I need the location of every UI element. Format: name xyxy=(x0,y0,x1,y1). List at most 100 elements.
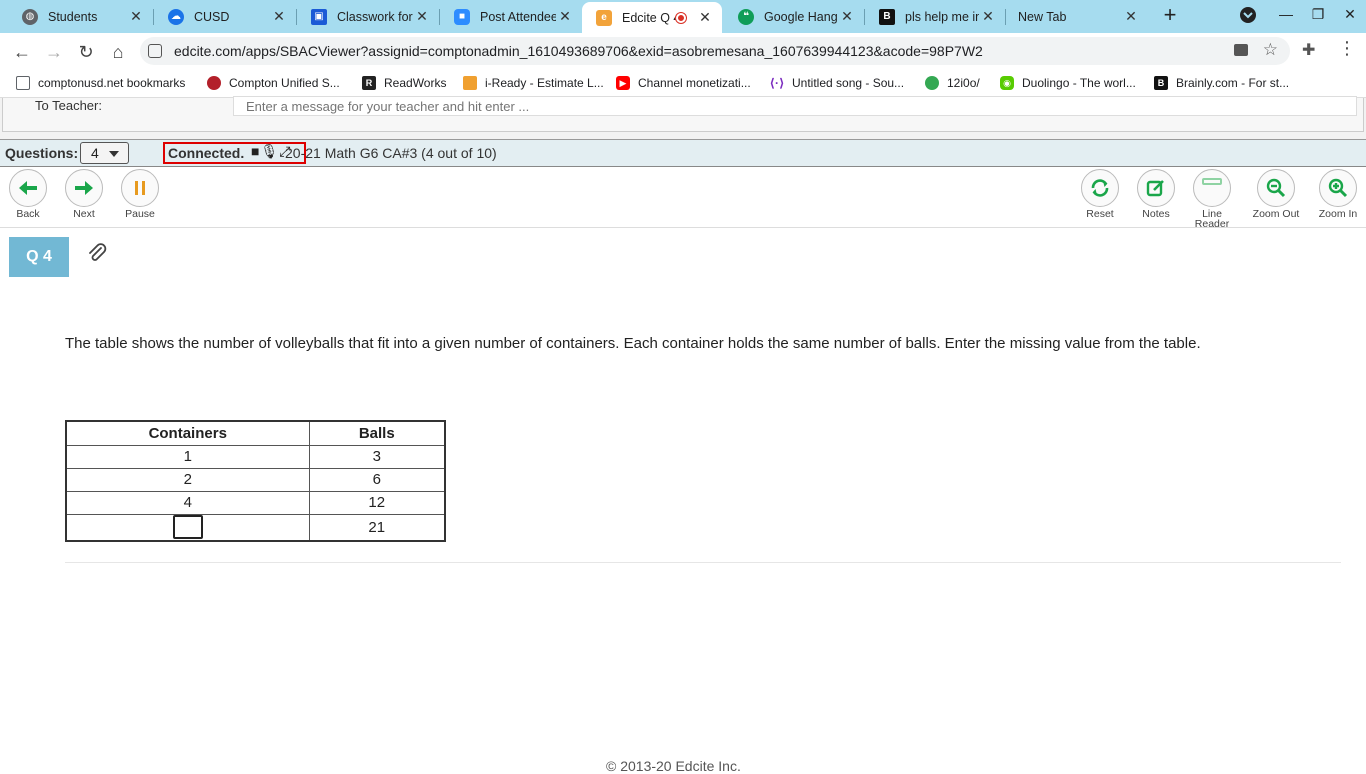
bookmark-item[interactable]: Compton Unified S... xyxy=(207,76,340,90)
table-cell: 6 xyxy=(308,467,446,492)
zoom-in-label: Zoom In xyxy=(1318,208,1358,220)
tab-cusd[interactable]: ☁ CUSD ✕ xyxy=(154,0,296,33)
back-button[interactable]: Back xyxy=(0,169,58,219)
teacher-label: To Teacher: xyxy=(35,98,102,113)
tab-title: CUSD xyxy=(194,9,230,24)
next-button[interactable]: Next xyxy=(54,169,114,219)
tab-title: Edcite Q 4 xyxy=(622,10,676,25)
close-icon[interactable]: ✕ xyxy=(127,8,145,25)
close-icon[interactable]: ✕ xyxy=(696,9,714,26)
browser-toolbar: ← → ↻ ⌂ edcite.com/apps/SBACViewer?assig… xyxy=(0,33,1366,70)
reload-icon[interactable]: ↻ xyxy=(74,40,98,64)
close-icon[interactable]: ✕ xyxy=(270,8,288,25)
bookmark-item[interactable]: ⟨·⟩ Untitled song - Sou... xyxy=(769,76,905,90)
browser-menu-icon[interactable]: ⋮ xyxy=(1338,38,1356,59)
tab-title: Post Attendee xyxy=(480,9,556,24)
table-row: 1 3 xyxy=(65,444,446,469)
back-arrow-icon xyxy=(9,169,47,207)
duolingo-owl-icon: ◉ xyxy=(1000,76,1014,90)
close-icon[interactable]: ✕ xyxy=(979,8,997,25)
bookmark-label: 12i0o/ xyxy=(947,76,980,90)
zoom-in-button[interactable]: Zoom In xyxy=(1308,169,1366,219)
question-number-badge: Q 4 xyxy=(9,237,69,277)
teacher-message-input[interactable] xyxy=(233,96,1357,116)
close-icon[interactable]: ✕ xyxy=(1122,8,1140,25)
bookmark-item[interactable]: ▶ Channel monetizati... xyxy=(616,76,751,90)
tab-edcite[interactable]: e Edcite Q 4 ✕ xyxy=(582,2,722,33)
new-tab-plus-icon[interactable]: + xyxy=(1158,4,1182,28)
reset-button[interactable]: Reset xyxy=(1070,169,1130,219)
tab-title: pls help me im xyxy=(905,9,979,24)
line-reader-button[interactable]: Line Reader xyxy=(1182,169,1242,229)
question-prompt: The table shows the number of volleyball… xyxy=(65,335,1201,352)
line-reader-icon xyxy=(1193,169,1231,207)
bookmark-item[interactable]: i-Ready - Estimate L... xyxy=(463,76,604,90)
zoom-out-label: Zoom Out xyxy=(1252,208,1300,220)
bookmark-label: Untitled song - Sou... xyxy=(792,76,905,90)
answer-input[interactable] xyxy=(172,515,203,540)
question-select-value: 4 xyxy=(91,145,99,161)
connection-status: Connected. xyxy=(168,145,245,161)
bookmark-folder[interactable]: comptonusd.net bookmarks xyxy=(16,76,185,90)
table-cell: 12 xyxy=(308,490,446,515)
next-label: Next xyxy=(73,208,95,220)
tab-classwork[interactable]: ▣ Classwork for ✕ xyxy=(297,0,439,33)
muted-mic-icon[interactable]: 🎙 xyxy=(260,143,279,159)
tab-new-tab[interactable]: New Tab ✕ xyxy=(1006,0,1148,33)
column-header-containers: Containers xyxy=(65,420,310,446)
address-bar[interactable]: edcite.com/apps/SBACViewer?assignid=comp… xyxy=(140,37,1290,65)
bookmark-item[interactable]: B Brainly.com - For st... xyxy=(1154,76,1289,90)
back-arrow-icon[interactable]: ← xyxy=(10,40,34,64)
bookmark-label: Duolingo - The worl... xyxy=(1022,76,1136,90)
table-cell: 21 xyxy=(308,513,446,542)
classroom-icon: ▣ xyxy=(311,8,327,25)
site-info-icon[interactable] xyxy=(148,44,162,58)
camera-icon[interactable] xyxy=(1234,44,1248,56)
close-icon[interactable]: ✕ xyxy=(413,8,431,25)
close-window-icon[interactable]: ✕ xyxy=(1340,6,1360,26)
extensions-puzzle-icon[interactable]: ✚ xyxy=(1302,40,1315,60)
zoom-video-icon: ■ xyxy=(454,8,470,25)
bookmark-item[interactable]: R ReadWorks xyxy=(362,76,446,90)
restore-icon[interactable]: ❐ xyxy=(1308,6,1328,26)
table-cell: 3 xyxy=(308,444,446,469)
edcite-icon: e xyxy=(596,9,612,26)
chevron-down-icon xyxy=(109,151,119,157)
reset-icon xyxy=(1081,169,1119,207)
minimize-icon[interactable]: — xyxy=(1276,6,1296,26)
tab-students[interactable]: ◍ Students ✕ xyxy=(8,0,153,33)
reset-label: Reset xyxy=(1086,208,1114,220)
table-header-row: Containers Balls xyxy=(65,420,446,446)
close-icon[interactable]: ✕ xyxy=(556,8,574,25)
url-text[interactable]: edcite.com/apps/SBACViewer?assignid=comp… xyxy=(174,43,983,59)
folder-icon xyxy=(16,76,30,90)
bookmark-label: Brainly.com - For st... xyxy=(1176,76,1290,90)
tab-google-hangouts[interactable]: ❝ Google Hango ✕ xyxy=(724,0,864,33)
teacher-message-panel: To Teacher: xyxy=(2,96,1364,132)
zoom-out-button[interactable]: Zoom Out xyxy=(1246,169,1306,219)
bookmark-label: ReadWorks xyxy=(384,76,447,90)
notes-button[interactable]: Notes xyxy=(1126,169,1186,219)
brainly-icon: B xyxy=(1154,76,1168,90)
tab-brainly[interactable]: B pls help me im ✕ xyxy=(865,0,1005,33)
bookmark-star-icon[interactable]: ☆ xyxy=(1263,40,1278,60)
notes-edit-icon xyxy=(1137,169,1175,207)
readworks-icon: R xyxy=(362,76,376,90)
home-icon[interactable]: ⌂ xyxy=(106,40,130,64)
paperclip-icon[interactable] xyxy=(86,242,108,270)
forward-arrow-icon[interactable]: → xyxy=(42,40,66,64)
bookmark-item[interactable]: ◉ Duolingo - The worl... xyxy=(1000,76,1136,90)
close-icon[interactable]: ✕ xyxy=(838,8,856,25)
back-label: Back xyxy=(16,208,40,220)
brainly-icon: B xyxy=(879,8,895,25)
tab-post-attendee[interactable]: ■ Post Attendee ✕ xyxy=(440,0,582,33)
recording-icon xyxy=(676,12,686,23)
question-status-bar: Questions: 4 Connected. ■🎙⤢ 20-21 Math G… xyxy=(0,140,1366,167)
tab-search-icon[interactable] xyxy=(1238,6,1258,26)
soundtrap-icon: ⟨·⟩ xyxy=(769,76,785,90)
bookmark-item[interactable]: 12i0o/ xyxy=(925,76,980,90)
question-select[interactable]: 4 xyxy=(80,142,129,164)
pause-icon xyxy=(121,169,159,207)
tab-title: Students xyxy=(48,9,98,24)
pause-button[interactable]: Pause xyxy=(110,169,170,219)
